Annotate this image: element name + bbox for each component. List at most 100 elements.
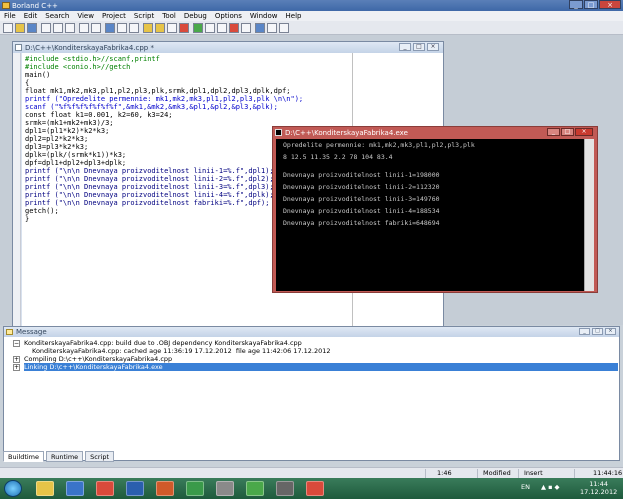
skype-icon[interactable] xyxy=(156,481,174,496)
editor-title-bar[interactable]: D:\C++\KonditerskayaFabrika4.cpp * _ □ × xyxy=(13,42,443,53)
find-icon[interactable] xyxy=(105,23,115,33)
undo-icon[interactable] xyxy=(79,23,89,33)
message-maximize-button[interactable]: □ xyxy=(592,328,603,335)
utorrent-icon[interactable] xyxy=(186,481,204,496)
media-player-icon[interactable] xyxy=(66,481,84,496)
open-folder-icon[interactable] xyxy=(15,23,25,33)
console-line: Dnevnaya proizvoditelnost linii-3=149760 xyxy=(283,195,440,203)
message-line[interactable]: KonditerskayaFabrika4.cpp: cached age 11… xyxy=(32,347,331,355)
code-line: float mk1,mk2,mk3,pl1,pl2,pl3,plk,srmk,d… xyxy=(25,87,291,95)
editor-maximize-button[interactable]: □ xyxy=(413,43,425,51)
menu-search[interactable]: Search xyxy=(41,12,73,20)
search-again-icon[interactable] xyxy=(129,23,139,33)
replace-icon[interactable] xyxy=(117,23,127,33)
explorer-icon[interactable] xyxy=(36,481,54,496)
insert-mode: Insert xyxy=(524,469,543,477)
watch-icon[interactable] xyxy=(241,23,251,33)
code-line: printf ("\n\n Dnevnaya proizvoditelnost … xyxy=(25,191,274,199)
message-minimize-button[interactable]: _ xyxy=(579,328,590,335)
chrome-icon[interactable] xyxy=(96,481,114,496)
code-line: printf ("Opredelite permennie: mk1,mk2,m… xyxy=(25,95,304,103)
collapse-icon[interactable]: − xyxy=(13,340,20,347)
paint-icon[interactable] xyxy=(246,481,264,496)
step-over-icon[interactable] xyxy=(205,23,215,33)
tab-runtime[interactable]: Runtime xyxy=(46,451,84,462)
console-task-icon[interactable] xyxy=(276,481,294,496)
minimize-button[interactable]: _ xyxy=(569,0,583,9)
console-title-bar[interactable]: D:\C++\KonditerskayaFabrika4.exe _ □ × xyxy=(273,127,597,138)
console-scrollbar[interactable] xyxy=(584,139,594,291)
taskbar-clock[interactable]: 11:44 17.12.2012 xyxy=(580,480,617,496)
menu-help[interactable]: Help xyxy=(282,12,306,20)
message-title: Message xyxy=(16,328,47,336)
expand-icon[interactable]: + xyxy=(13,364,20,371)
menu-edit[interactable]: Edit xyxy=(20,12,42,20)
code-line: printf ("\n\n Dnevnaya proizvoditelnost … xyxy=(25,175,274,183)
status-bar: 1:46 Modified Insert 11:44:16 xyxy=(0,467,623,480)
save-icon[interactable] xyxy=(27,23,37,33)
menu-window[interactable]: Window xyxy=(246,12,282,20)
close-button[interactable]: × xyxy=(599,0,621,9)
code-line: dplk=(plk/(srmk*k1))*k3; xyxy=(25,151,127,159)
message-line[interactable]: Compiling D:\c++\KonditerskayaFabrika4.c… xyxy=(24,355,172,363)
menu-script[interactable]: Script xyxy=(130,12,158,20)
menu-options[interactable]: Options xyxy=(211,12,246,20)
editor-close-button[interactable]: × xyxy=(427,43,439,51)
code-line: srmk=(mk1+mk2+mk3)/3; xyxy=(25,119,114,127)
make-icon[interactable] xyxy=(143,23,153,33)
menu-file[interactable]: File xyxy=(0,12,20,20)
menu-bar: File Edit Search View Project Script Too… xyxy=(0,11,623,21)
menu-tool[interactable]: Tool xyxy=(158,12,180,20)
editor-gutter xyxy=(13,53,21,327)
breakpoint-icon[interactable] xyxy=(229,23,239,33)
taskbar: EN ▲ ▪ ◆ 11:44 17.12.2012 xyxy=(0,478,623,499)
borland-task-icon[interactable] xyxy=(216,481,234,496)
message-line-selected[interactable]: Linking D:\c++\KonditerskayaFabrika4.exe xyxy=(24,363,618,371)
cut-icon[interactable] xyxy=(41,23,51,33)
console-output[interactable]: Opredelite permennie: mk1,mk2,mk3,pl1,pl… xyxy=(276,139,584,291)
console-window: D:\C++\KonditerskayaFabrika4.exe _ □ × O… xyxy=(272,126,598,293)
code-line: main() xyxy=(25,71,51,79)
console-line: Dnevnaya proizvoditelnost fabriki=648694 xyxy=(283,219,440,227)
console-close-button[interactable]: × xyxy=(575,128,593,136)
borland-app-icon xyxy=(2,2,10,9)
run-icon[interactable] xyxy=(193,23,203,33)
tab-script[interactable]: Script xyxy=(85,451,115,462)
maximize-button[interactable]: □ xyxy=(584,0,598,9)
message-line[interactable]: KonditerskayaFabrika4.cpp: build due to … xyxy=(24,339,302,347)
editor-minimize-button[interactable]: _ xyxy=(399,43,411,51)
help-icon[interactable] xyxy=(279,23,289,33)
build-icon[interactable] xyxy=(155,23,165,33)
redo-icon[interactable] xyxy=(91,23,101,33)
console-title: D:\C++\KonditerskayaFabrika4.exe xyxy=(285,128,408,137)
console-minimize-button[interactable]: _ xyxy=(547,128,560,136)
menu-debug[interactable]: Debug xyxy=(180,12,211,20)
console-maximize-button[interactable]: □ xyxy=(561,128,574,136)
inspect-icon[interactable] xyxy=(255,23,265,33)
message-close-button[interactable]: × xyxy=(605,328,616,335)
message-icon xyxy=(6,329,13,335)
paste-icon[interactable] xyxy=(65,23,75,33)
code-line: const float k1=0.001, k2=60, k3=24; xyxy=(25,111,173,119)
trace-into-icon[interactable] xyxy=(217,23,227,33)
new-file-icon[interactable] xyxy=(3,23,13,33)
copy-icon[interactable] xyxy=(53,23,63,33)
word-icon[interactable] xyxy=(126,481,144,496)
tray-icons[interactable]: ▲ ▪ ◆ xyxy=(541,483,560,491)
stop-icon[interactable] xyxy=(179,23,189,33)
clock-time: 11:44 xyxy=(589,480,608,488)
expand-icon[interactable]: + xyxy=(13,356,20,363)
code-line: #include <stdio.h>//scanf,printf xyxy=(25,55,160,63)
menu-project[interactable]: Project xyxy=(98,12,130,20)
start-button[interactable] xyxy=(4,480,22,497)
opera-icon[interactable] xyxy=(306,481,324,496)
menu-view[interactable]: View xyxy=(73,12,98,20)
language-indicator[interactable]: EN xyxy=(521,483,530,491)
console-line: 8 12.5 11.35 2.2 78 104 83.4 xyxy=(283,153,393,161)
cursor-position: 1:46 xyxy=(437,469,452,477)
compile-icon[interactable] xyxy=(167,23,177,33)
tab-buildtime[interactable]: Buildtime xyxy=(3,451,45,462)
code-line: printf ("\n\n Dnevnaya proizvoditelnost … xyxy=(25,167,274,175)
message-title-bar[interactable]: Message _ □ × xyxy=(4,327,619,337)
evaluate-icon[interactable] xyxy=(267,23,277,33)
